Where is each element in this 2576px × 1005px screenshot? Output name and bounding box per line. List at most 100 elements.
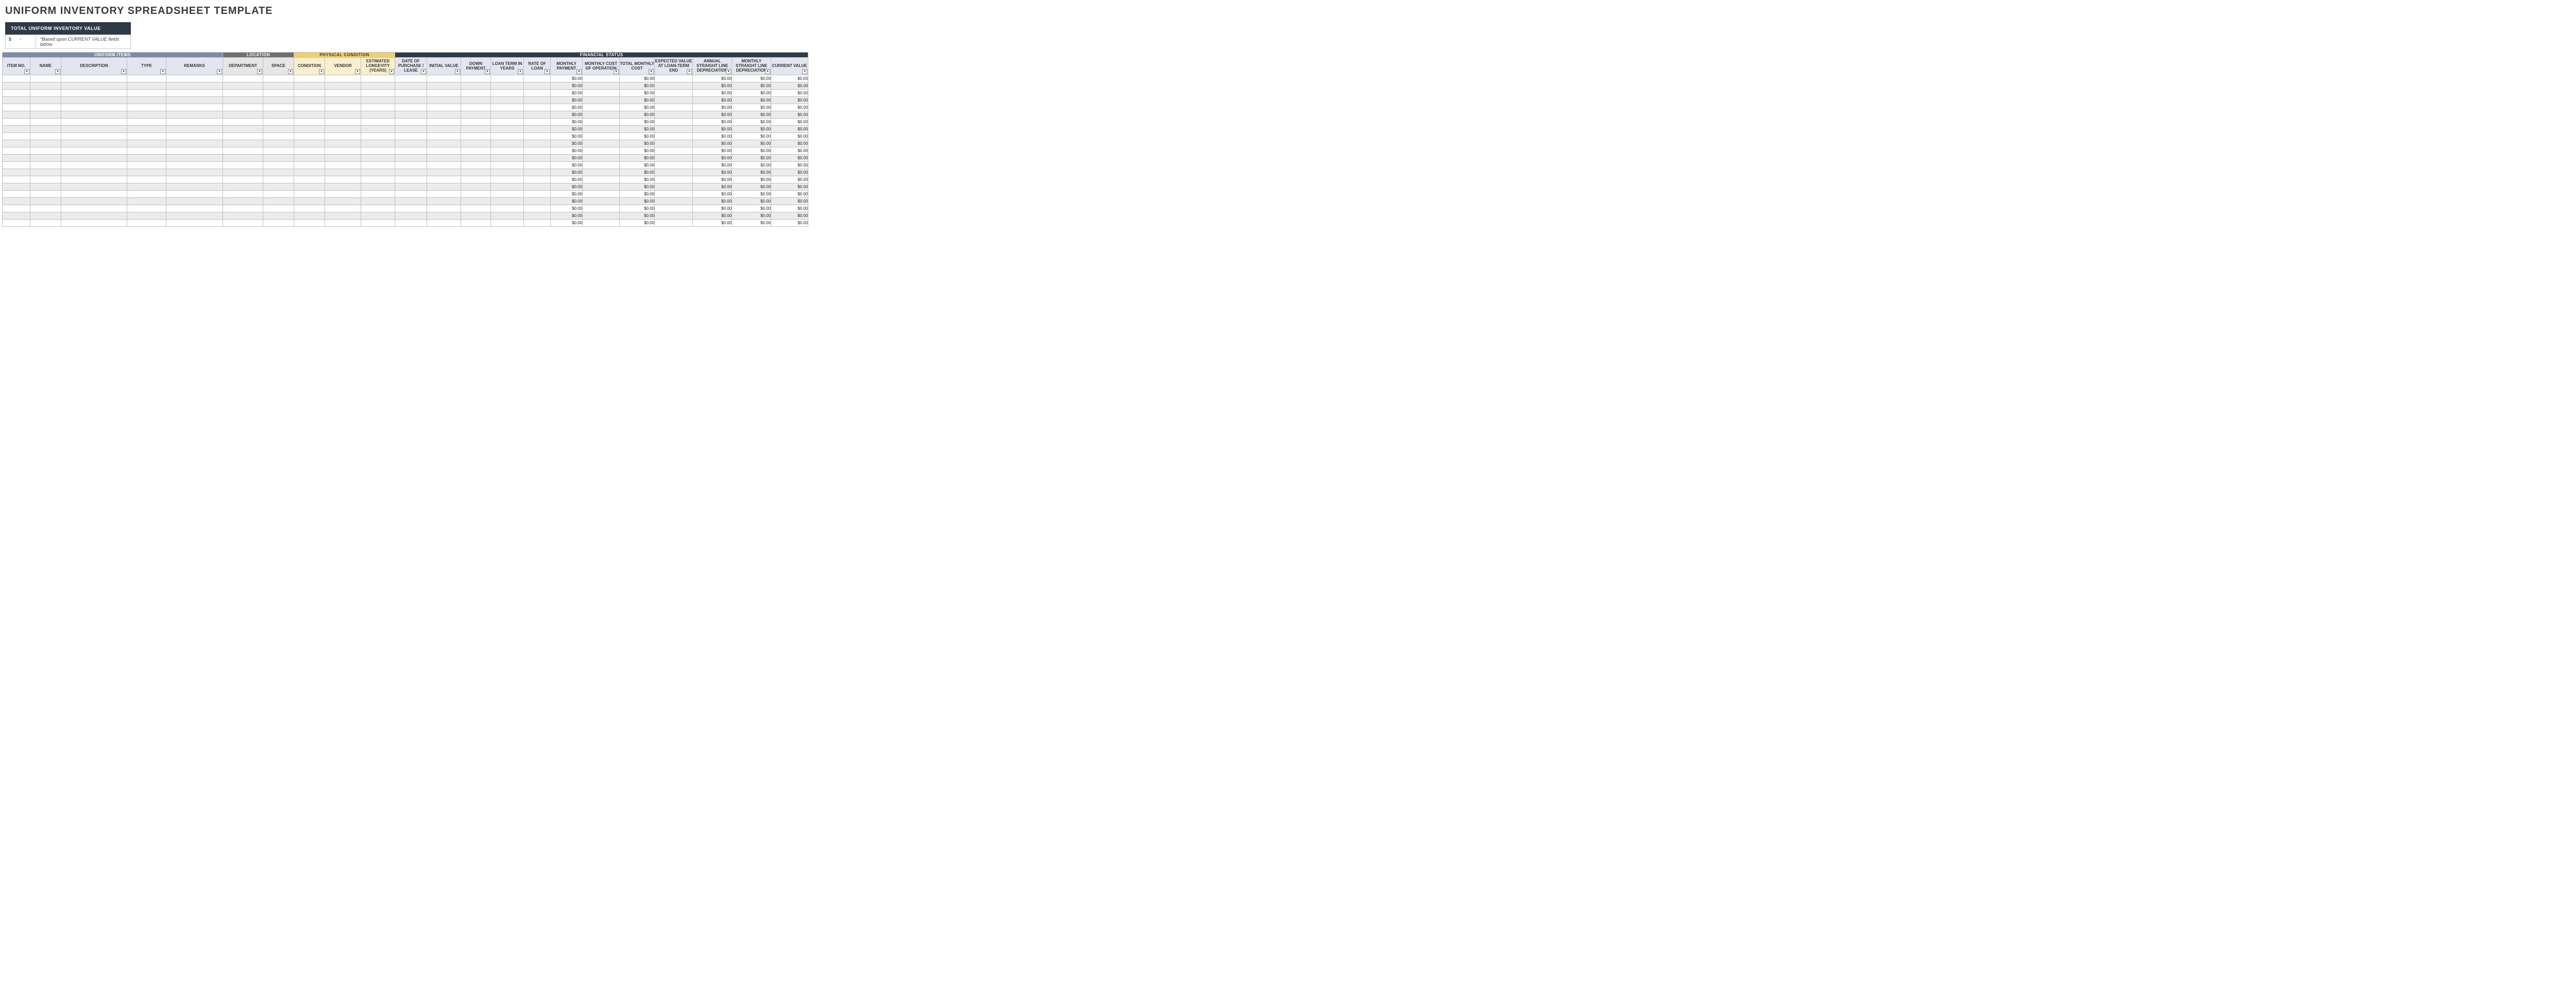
cell[interactable]: [263, 82, 294, 90]
cell[interactable]: [524, 176, 551, 183]
cell[interactable]: [263, 162, 294, 169]
cell[interactable]: $0.00: [620, 140, 655, 147]
cell[interactable]: $0.00: [620, 205, 655, 212]
cell[interactable]: $0.00: [620, 212, 655, 220]
cell[interactable]: [61, 140, 127, 147]
cell[interactable]: [294, 104, 325, 111]
cell[interactable]: [263, 169, 294, 176]
cell[interactable]: [524, 97, 551, 104]
cell[interactable]: [166, 97, 223, 104]
cell[interactable]: [461, 111, 491, 119]
cell[interactable]: $0.00: [693, 155, 732, 162]
cell[interactable]: [166, 220, 223, 227]
cell[interactable]: [166, 162, 223, 169]
cell[interactable]: $0.00: [620, 126, 655, 133]
cell[interactable]: [61, 82, 127, 90]
cell[interactable]: [223, 183, 263, 191]
cell[interactable]: [395, 205, 427, 212]
cell[interactable]: [61, 90, 127, 97]
cell[interactable]: $0.00: [551, 104, 583, 111]
cell[interactable]: [427, 147, 461, 155]
cell[interactable]: [223, 205, 263, 212]
cell[interactable]: [61, 183, 127, 191]
cell[interactable]: $0.00: [771, 119, 808, 126]
cell[interactable]: [524, 147, 551, 155]
cell[interactable]: $0.00: [771, 212, 808, 220]
cell[interactable]: [461, 104, 491, 111]
cell[interactable]: $0.00: [620, 75, 655, 82]
cell[interactable]: [325, 90, 361, 97]
cell[interactable]: [30, 104, 61, 111]
filter-button[interactable]: [765, 69, 770, 74]
cell[interactable]: $0.00: [693, 97, 732, 104]
cell[interactable]: [61, 162, 127, 169]
cell[interactable]: [395, 104, 427, 111]
cell[interactable]: [524, 133, 551, 140]
cell[interactable]: $0.00: [732, 147, 771, 155]
cell[interactable]: [427, 212, 461, 220]
cell[interactable]: [3, 82, 30, 90]
cell[interactable]: $0.00: [693, 126, 732, 133]
cell[interactable]: [294, 140, 325, 147]
cell[interactable]: [655, 198, 693, 205]
cell[interactable]: [395, 191, 427, 198]
cell[interactable]: [395, 119, 427, 126]
cell[interactable]: [263, 90, 294, 97]
cell[interactable]: $0.00: [771, 169, 808, 176]
filter-button[interactable]: [121, 69, 126, 74]
cell[interactable]: [491, 140, 524, 147]
cell[interactable]: [166, 147, 223, 155]
cell[interactable]: [30, 176, 61, 183]
cell[interactable]: [655, 212, 693, 220]
cell[interactable]: [655, 176, 693, 183]
cell[interactable]: [427, 119, 461, 126]
cell[interactable]: [3, 126, 30, 133]
cell[interactable]: $0.00: [620, 133, 655, 140]
cell[interactable]: [325, 205, 361, 212]
cell[interactable]: $0.00: [771, 133, 808, 140]
cell[interactable]: [395, 155, 427, 162]
cell[interactable]: [361, 220, 395, 227]
cell[interactable]: [361, 90, 395, 97]
cell[interactable]: [427, 75, 461, 82]
cell[interactable]: [461, 205, 491, 212]
cell[interactable]: [524, 212, 551, 220]
cell[interactable]: [524, 126, 551, 133]
cell[interactable]: $0.00: [693, 220, 732, 227]
cell[interactable]: [361, 169, 395, 176]
cell[interactable]: $0.00: [732, 155, 771, 162]
cell[interactable]: [127, 97, 166, 104]
cell[interactable]: [361, 183, 395, 191]
cell[interactable]: [61, 111, 127, 119]
cell[interactable]: [361, 191, 395, 198]
filter-button[interactable]: [614, 69, 619, 74]
cell[interactable]: [223, 140, 263, 147]
cell[interactable]: [3, 97, 30, 104]
cell[interactable]: [294, 176, 325, 183]
cell[interactable]: [583, 198, 620, 205]
cell[interactable]: [166, 140, 223, 147]
cell[interactable]: [3, 191, 30, 198]
cell[interactable]: [3, 183, 30, 191]
cell[interactable]: [361, 133, 395, 140]
cell[interactable]: [166, 205, 223, 212]
cell[interactable]: [427, 205, 461, 212]
filter-button[interactable]: [160, 69, 165, 74]
cell[interactable]: $0.00: [732, 191, 771, 198]
cell[interactable]: [583, 155, 620, 162]
cell[interactable]: [583, 147, 620, 155]
cell[interactable]: [461, 90, 491, 97]
filter-button[interactable]: [649, 69, 654, 74]
cell[interactable]: [30, 147, 61, 155]
cell[interactable]: [325, 119, 361, 126]
cell[interactable]: [127, 119, 166, 126]
cell[interactable]: [395, 90, 427, 97]
cell[interactable]: [263, 198, 294, 205]
cell[interactable]: $0.00: [620, 97, 655, 104]
cell[interactable]: [263, 75, 294, 82]
cell[interactable]: $0.00: [771, 183, 808, 191]
cell[interactable]: [427, 82, 461, 90]
cell[interactable]: [223, 111, 263, 119]
cell[interactable]: [294, 119, 325, 126]
cell[interactable]: [294, 75, 325, 82]
